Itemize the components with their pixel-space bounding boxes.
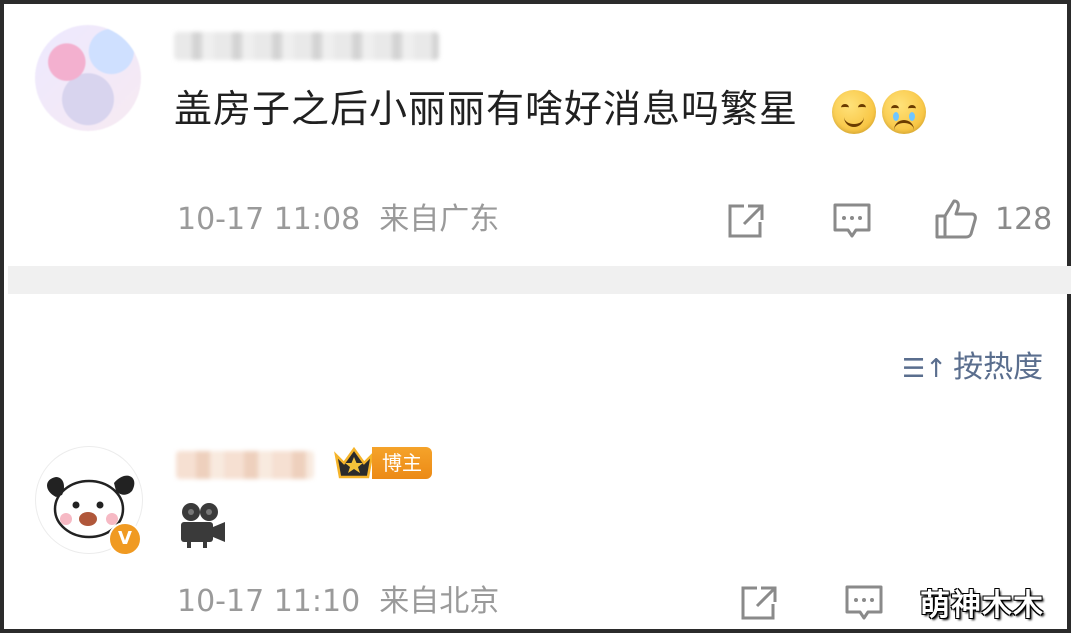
comment-icon[interactable] [844, 584, 884, 622]
teary-emoji-icon [882, 90, 926, 134]
section-divider [8, 266, 1071, 294]
watermark: 萌神木木 [920, 588, 1044, 623]
comment-list: 盖房子之后小丽丽有啥好消息吗繁星 10-17 11:08 来自广东 128 ☰↑… [0, 0, 1071, 633]
share-icon[interactable] [726, 202, 766, 240]
badge-label: 博主 [372, 447, 432, 479]
verified-badge-icon: V [108, 522, 142, 556]
sort-label: 按热度 [953, 350, 1044, 385]
sort-by-hot-button[interactable]: ☰↑ 按热度 [902, 350, 1043, 387]
comment-text: 盖房子之后小丽丽有啥好消息吗繁星 [174, 87, 799, 131]
avatar[interactable] [35, 25, 141, 131]
share-icon[interactable] [739, 584, 779, 622]
comment-meta: 10-17 11:08 来自广东 [177, 202, 499, 238]
username-blurred[interactable] [174, 32, 439, 60]
like-count: 128 [995, 202, 1053, 237]
comment-icon[interactable] [832, 202, 872, 240]
video-camera-icon [181, 503, 225, 548]
crown-icon [334, 446, 374, 479]
comment-time: 10-17 11:10 [177, 584, 361, 619]
comment-time: 10-17 11:08 [177, 202, 361, 237]
blogger-badge: 博主 [332, 445, 432, 481]
comment-location: 来自北京 [379, 584, 500, 619]
like-icon[interactable] [934, 198, 978, 240]
comment-location: 来自广东 [379, 202, 500, 237]
comment-meta: 10-17 11:10 来自北京 [177, 584, 499, 620]
sort-icon: ☰↑ [902, 354, 948, 384]
grin-emoji-icon [832, 90, 876, 134]
username-blurred[interactable] [176, 451, 314, 479]
